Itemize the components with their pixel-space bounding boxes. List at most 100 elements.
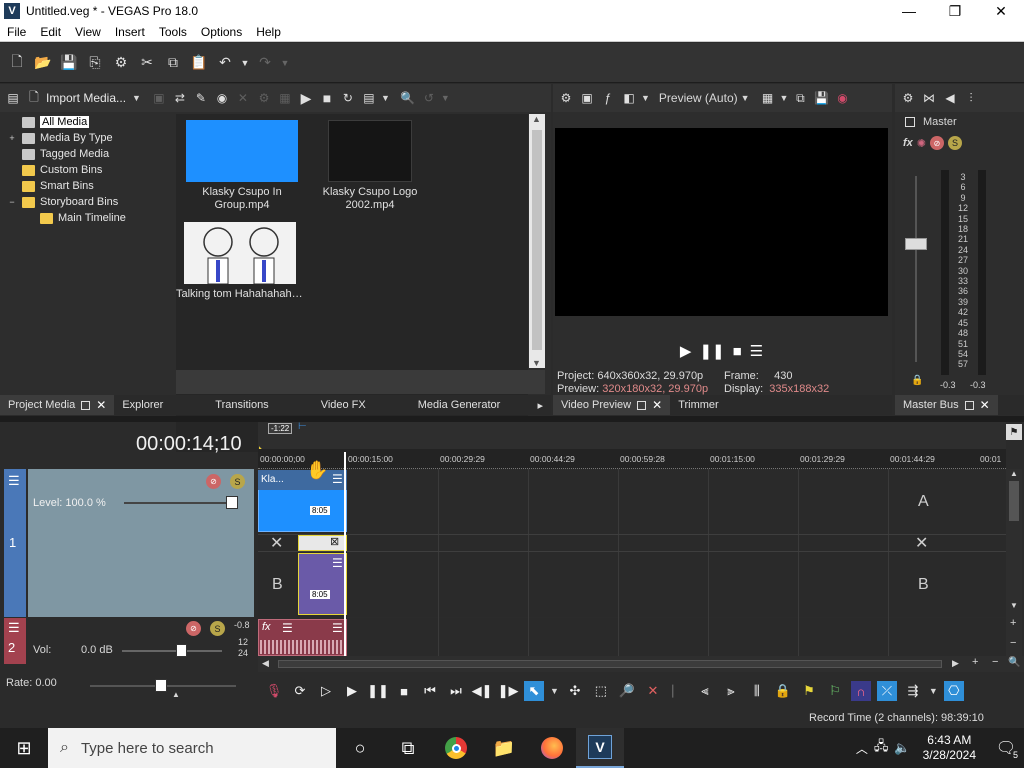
loop-region-marker-icon[interactable]: ⊢ [298,421,307,432]
hscroll-thumb[interactable] [278,660,942,668]
insert-region-icon[interactable]: ⚐ [825,681,845,701]
master-checkbox-icon[interactable] [905,117,915,127]
open-folder-icon[interactable]: 📂 [32,52,54,74]
view-options-icon[interactable]: ▤ [360,89,378,107]
media-item[interactable]: Talking tom Hahahahahhaha Laugh... [176,222,304,301]
undo-icon[interactable]: ↶ [214,52,236,74]
selection-tool-icon[interactable]: ⬚ [591,681,611,701]
next-frame-icon[interactable]: ❚▶ [498,681,519,701]
web-media-icon[interactable]: ◉ [213,89,231,107]
media-item[interactable]: Klasky Csupo Logo 2002.mp4 [306,120,434,212]
ripple-edit-icon[interactable]: ⇶ [903,681,923,701]
trim-start-icon[interactable]: ⫷ [695,681,715,701]
undo-dropdown-icon[interactable]: ▼ [240,52,250,74]
refresh-dropdown-icon[interactable]: ▼ [441,93,450,103]
preview-menu-icon[interactable]: ☰ [750,342,763,360]
menu-tools[interactable]: Tools [152,25,194,39]
record-icon[interactable]: ◉ [833,89,851,107]
redo-dropdown-icon[interactable]: ▼ [280,52,290,74]
preview-stop-icon[interactable]: ■ [733,343,742,360]
normal-edit-tool-icon[interactable]: ⬉ [524,681,544,701]
video-solo-icon[interactable]: S [230,474,245,489]
tree-item-tagged-media[interactable]: Tagged Media [6,146,166,162]
import-dropdown-icon[interactable]: ▼ [132,93,141,103]
lock-icon[interactable]: 🔒 [773,681,793,701]
timeline-hscroll[interactable]: ◀ ▶ + − 🔍 [258,656,1024,672]
overlays-grid-icon[interactable]: ▦ [759,89,777,107]
prev-frame-icon[interactable]: ◀❚ [472,681,493,701]
tree-item-smart-bins[interactable]: Smart Bins [6,178,166,194]
tab-media-generator[interactable]: Media Generator [410,395,509,415]
master-fader-handle[interactable] [905,238,927,250]
audio-solo-icon[interactable]: S [210,621,225,636]
preview-pause-icon[interactable]: ❚❚ [699,342,724,360]
video-clip-a-menu-icon[interactable]: ☰ [332,472,343,486]
zoom-out-icon[interactable]: − [992,656,998,668]
tab-project-media[interactable]: Project Media ✕ [0,395,115,415]
master-fx-icon[interactable]: fx [903,137,913,149]
tree-item-storyboard-bins[interactable]: − Storyboard Bins [6,194,166,210]
close-button[interactable]: ✕ [978,0,1024,22]
chrome-icon[interactable] [432,728,480,768]
tab-trimmer[interactable]: Trimmer [670,395,727,415]
import-media-button[interactable]: Import Media... [46,91,126,105]
overlays-dropdown-icon[interactable]: ▼ [780,93,789,103]
cortana-circle-icon[interactable]: ○ [336,728,384,768]
paste-icon[interactable]: 📋 [188,52,210,74]
media-properties-icon[interactable]: ▦ [276,89,294,107]
marker-bar-icon[interactable]: ⚑ [1006,424,1022,440]
audio-clip-fx-icon[interactable]: fx [262,621,271,633]
video-clip-b-menu-icon[interactable]: ☰ [332,556,343,570]
expand-icon[interactable]: + [6,133,18,143]
menu-options[interactable]: Options [194,25,249,39]
scroll-up-icon[interactable]: ▲ [532,114,541,124]
render-icon[interactable]: ⎘ [84,52,106,74]
tray-chevron-icon[interactable]: ︿ [856,740,868,757]
menu-help[interactable]: Help [249,25,288,39]
redo-icon[interactable]: ↷ [254,52,276,74]
remove-media-icon[interactable]: ✕ [234,89,252,107]
transition-clip[interactable] [298,535,347,551]
snapping-icon[interactable]: ∩ [850,681,871,701]
copy-icon[interactable]: ⧉ [162,52,184,74]
cut-icon[interactable]: ✂ [136,52,158,74]
zoom-select-tool-icon[interactable]: 🔎 [617,681,637,701]
event-fx-icon[interactable]: ⎔ [943,681,964,701]
properties-gear-icon[interactable]: ⚙ [110,52,132,74]
close-tab-icon[interactable]: ✕ [96,398,106,412]
master-fx-chain-icon[interactable]: ✺ [917,137,926,150]
tree-item-all-media[interactable]: All Media [6,114,166,130]
rate-slider-handle[interactable] [155,679,167,692]
pause-icon[interactable]: ❚❚ [367,681,389,701]
split-dropdown-icon[interactable]: ▼ [641,93,650,103]
close-tab-icon[interactable]: ✕ [980,398,990,412]
minimize-button[interactable]: — [886,0,932,22]
tab-video-preview[interactable]: Video Preview ✕ [553,395,671,415]
preview-properties-gear-icon[interactable]: ⚙ [557,89,575,107]
tab-master-bus[interactable]: Master Bus ✕ [895,395,998,415]
import-media-icon[interactable]: 🗋 [25,89,43,107]
remove-unused-icon[interactable]: ✎ [192,89,210,107]
audio-clip-menu-icon[interactable]: ☰ [282,621,293,635]
master-gear-icon[interactable]: ⚙ [899,89,917,107]
taskbar-search-box[interactable]: ⌕ Type here to search [48,728,336,768]
zoom-in-icon[interactable]: + [972,656,978,668]
audio-mute-icon[interactable]: ⊘ [186,621,201,636]
go-to-end-icon[interactable]: ⏭ [446,681,466,701]
preview-play-icon[interactable]: ▶ [680,342,692,360]
network-icon[interactable]: 🖧 [874,737,889,759]
preview-video-display[interactable] [555,128,888,316]
get-media-icon[interactable]: ⇄ [171,89,189,107]
delete-icon[interactable]: ✕ [643,681,663,701]
start-windows-icon[interactable]: ⊞ [0,728,48,768]
media-vertical-scrollbar[interactable]: ▲ ▼ [529,114,545,368]
menu-view[interactable]: View [68,25,108,39]
preview-quality-dropdown[interactable]: Preview (Auto) [659,91,738,105]
envelope-tool-icon[interactable]: ✣ [565,681,585,701]
track-height-plus-icon[interactable]: + [1010,617,1016,629]
video-fx-icon[interactable]: ƒ [599,89,617,107]
go-to-start-icon[interactable]: ⏮ [420,681,440,701]
playhead-cursor[interactable] [344,452,346,656]
dim-output-icon[interactable]: ◀ [941,89,959,107]
audio-track-menu-icon[interactable]: ☰ [8,620,20,636]
